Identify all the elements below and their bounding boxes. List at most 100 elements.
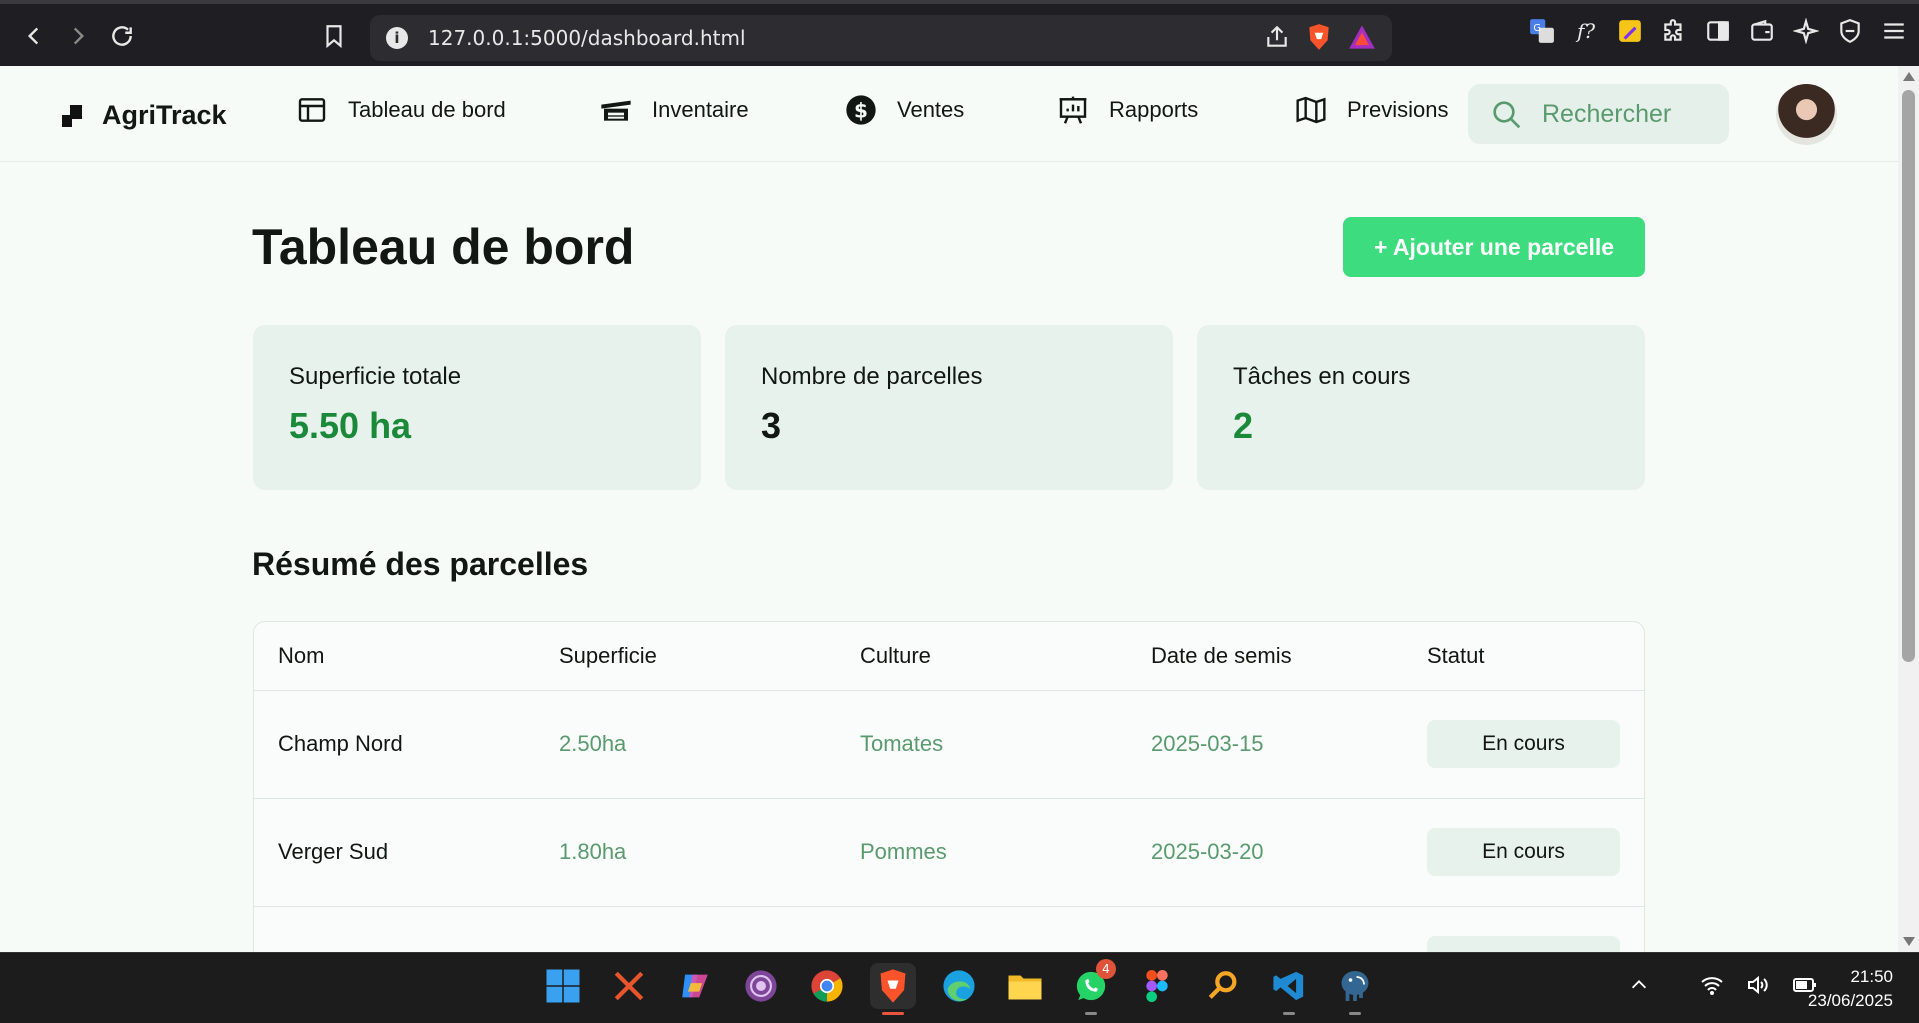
figma-icon[interactable] bbox=[1134, 963, 1180, 1009]
scroll-thumb[interactable] bbox=[1902, 90, 1915, 662]
brand-logo[interactable]: AgriTrack bbox=[62, 100, 227, 131]
table-row[interactable]: Verger Sud 1.80ha Pommes 2025-03-20 En c… bbox=[254, 799, 1644, 907]
stat-label: Tâches en cours bbox=[1233, 363, 1411, 390]
cell-area: 1.80ha bbox=[559, 839, 627, 864]
sidebar-icon[interactable] bbox=[1703, 16, 1733, 46]
brave-rewards-icon[interactable] bbox=[1348, 24, 1376, 50]
avatar[interactable] bbox=[1776, 84, 1837, 145]
vscode-icon[interactable] bbox=[1266, 963, 1312, 1015]
system-tray bbox=[1628, 973, 1818, 997]
url-text: 127.0.0.1:5000/dashboard.html bbox=[428, 26, 746, 50]
search-input[interactable]: Rechercher bbox=[1468, 84, 1729, 144]
active-indicator bbox=[882, 1012, 904, 1015]
running-indicator bbox=[1085, 1012, 1097, 1015]
app-header: AgriTrack Tableau de bord Inventaire $ V… bbox=[0, 66, 1898, 162]
edge-icon[interactable] bbox=[936, 963, 982, 1009]
x-app-icon[interactable] bbox=[606, 963, 652, 1009]
share-icon[interactable] bbox=[1264, 24, 1290, 50]
page-scrollbar[interactable] bbox=[1898, 66, 1919, 952]
notification-badge: 4 bbox=[1096, 959, 1116, 979]
stat-value: 2 bbox=[1233, 405, 1254, 446]
cell-crop: Pommes bbox=[860, 839, 947, 864]
nav-label: Ventes bbox=[897, 97, 965, 122]
layout-icon bbox=[298, 98, 326, 122]
nav-rapports[interactable]: Rapports bbox=[1057, 94, 1198, 126]
site-info-icon[interactable]: i bbox=[386, 27, 408, 49]
extensions-icon[interactable] bbox=[1659, 16, 1689, 46]
wallet-icon[interactable] bbox=[1747, 16, 1777, 46]
copilot-icon[interactable] bbox=[672, 963, 718, 1009]
clock-time: 21:50 bbox=[1850, 967, 1893, 986]
chevron-up-icon[interactable] bbox=[1628, 974, 1650, 996]
volume-icon[interactable] bbox=[1746, 973, 1770, 997]
brand-name: AgriTrack bbox=[102, 100, 227, 130]
start-menu-icon[interactable] bbox=[540, 963, 586, 1009]
cell-name: Verger Sud bbox=[278, 839, 389, 864]
column-header-superficie[interactable]: Superficie bbox=[559, 643, 657, 669]
scroll-down-arrow-icon[interactable] bbox=[1903, 937, 1915, 946]
back-button[interactable] bbox=[12, 14, 56, 58]
cell-crop: Tomates bbox=[860, 731, 944, 756]
running-indicator bbox=[1283, 1012, 1295, 1015]
add-parcel-button[interactable]: + Ajouter une parcelle bbox=[1343, 217, 1645, 277]
column-header-date[interactable]: Date de semis bbox=[1151, 643, 1292, 669]
leo-ai-icon[interactable] bbox=[1791, 16, 1821, 46]
vpn-shield-icon[interactable] bbox=[1835, 16, 1865, 46]
reload-button[interactable] bbox=[100, 14, 144, 58]
browser-toolbar: i 127.0.0.1:5000/dashboard.html G f? bbox=[0, 0, 1919, 66]
chrome-icon[interactable] bbox=[804, 963, 850, 1009]
nav-previsions[interactable]: Previsions bbox=[1295, 94, 1448, 126]
stat-value: 5.50 ha bbox=[289, 405, 412, 446]
search-placeholder: Rechercher bbox=[1542, 99, 1672, 128]
status-badge[interactable]: En cours bbox=[1427, 720, 1620, 768]
bookmark-button[interactable] bbox=[312, 14, 356, 58]
nav-label: Previsions bbox=[1347, 97, 1449, 122]
scroll-up-arrow-icon[interactable] bbox=[1903, 72, 1915, 81]
page-title: Tableau de bord bbox=[252, 219, 635, 275]
nav-label: Inventaire bbox=[652, 97, 749, 122]
stat-card-taches: Tâches en cours 2 bbox=[1197, 325, 1645, 490]
wifi-icon[interactable] bbox=[1700, 973, 1724, 997]
forward-button[interactable] bbox=[56, 14, 100, 58]
color-picker-icon[interactable] bbox=[1615, 16, 1645, 46]
search-icon bbox=[1493, 101, 1521, 129]
status-badge[interactable]: En cours bbox=[1427, 828, 1620, 876]
nav-label: Tableau de bord bbox=[348, 97, 506, 122]
font-finder-icon[interactable]: f? bbox=[1571, 16, 1601, 46]
nav-ventes[interactable]: $ Ventes bbox=[845, 94, 964, 126]
presentation-chart-icon bbox=[1059, 96, 1087, 124]
nav-tableau-de-bord[interactable]: Tableau de bord bbox=[296, 94, 506, 126]
stat-card-superficie: Superficie totale 5.50 ha bbox=[253, 325, 701, 490]
translate-icon[interactable]: G bbox=[1527, 16, 1557, 46]
menu-icon[interactable] bbox=[1879, 16, 1909, 46]
postgresql-icon[interactable] bbox=[1332, 963, 1378, 1015]
stat-card-parcelles: Nombre de parcelles 3 bbox=[725, 325, 1173, 490]
svg-text:G: G bbox=[1533, 23, 1541, 34]
whatsapp-icon[interactable]: 4 bbox=[1068, 959, 1116, 1015]
svg-text:$: $ bbox=[854, 98, 868, 122]
nav-label: Rapports bbox=[1109, 97, 1199, 122]
table-header-row: Nom Superficie Culture Date de semis Sta… bbox=[254, 622, 1644, 691]
column-header-nom[interactable]: Nom bbox=[278, 643, 324, 669]
clock-date: 23/06/2025 bbox=[1807, 991, 1893, 1010]
column-header-statut[interactable]: Statut bbox=[1427, 643, 1484, 669]
search-app-icon[interactable] bbox=[1200, 963, 1246, 1009]
brave-shield-icon[interactable] bbox=[1306, 23, 1332, 51]
system-clock[interactable]: 21:50 23/06/2025 bbox=[1808, 965, 1893, 1013]
section-title: Résumé des parcelles bbox=[252, 546, 589, 582]
table-row[interactable]: Champ Nord 2.50ha Tomates 2025-03-15 En … bbox=[254, 691, 1644, 799]
tor-browser-icon[interactable] bbox=[738, 963, 784, 1009]
bookmark-icon bbox=[326, 25, 342, 49]
file-explorer-icon[interactable] bbox=[1002, 963, 1048, 1009]
stat-value: 3 bbox=[761, 405, 782, 446]
brave-browser-icon[interactable] bbox=[870, 963, 916, 1015]
column-header-culture[interactable]: Culture bbox=[860, 643, 931, 669]
nav-inventaire[interactable]: Inventaire bbox=[600, 94, 749, 126]
running-indicator bbox=[1349, 1012, 1361, 1015]
map-icon bbox=[1296, 96, 1326, 124]
address-bar[interactable]: i 127.0.0.1:5000/dashboard.html bbox=[370, 15, 1392, 61]
stat-label: Nombre de parcelles bbox=[761, 363, 983, 390]
reload-icon bbox=[112, 26, 132, 46]
parcels-table: Nom Superficie Culture Date de semis Sta… bbox=[253, 621, 1645, 961]
stat-label: Superficie totale bbox=[289, 363, 462, 390]
